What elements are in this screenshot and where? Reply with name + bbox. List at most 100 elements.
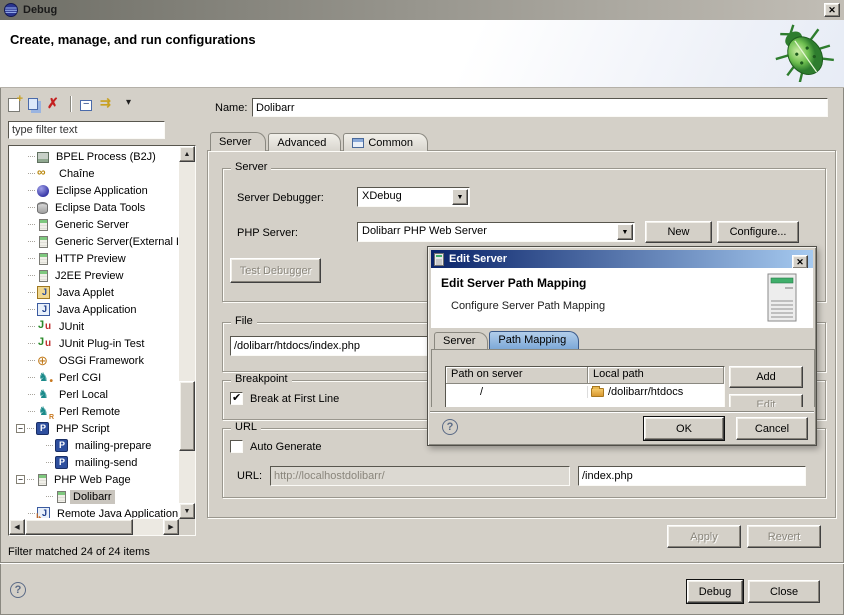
tree-item[interactable]: Remote Java Application: [10, 505, 178, 518]
header-banner: Create, manage, and run configurations: [0, 20, 844, 88]
tree-item[interactable]: mailing-prepare: [10, 437, 178, 454]
tree-item[interactable]: Perl Remote: [10, 403, 178, 420]
url-path-input[interactable]: [578, 466, 806, 486]
test-debugger-button[interactable]: Test Debugger: [230, 258, 321, 283]
new-config-icon[interactable]: [8, 98, 20, 112]
name-input[interactable]: [252, 98, 828, 117]
tree-item[interactable]: Eclipse Application: [10, 182, 178, 199]
mapping-table-header: Path on server Local path: [446, 367, 724, 384]
tree-horizontal-scrollbar[interactable]: ◀ ▶: [9, 519, 179, 535]
chevron-down-icon[interactable]: [617, 224, 633, 240]
chevron-down-icon[interactable]: [452, 189, 468, 205]
expander-minus-icon[interactable]: −: [16, 424, 25, 433]
title-bar[interactable]: Debug: [0, 0, 844, 20]
applet-icon: [37, 286, 50, 299]
tree-item[interactable]: − PHP Web Page: [10, 471, 178, 488]
tab-common[interactable]: Common: [343, 133, 428, 151]
tree-connector: [46, 496, 53, 497]
tree-item[interactable]: Generic Server: [10, 216, 178, 233]
local-path-header[interactable]: Local path: [588, 367, 724, 384]
add-mapping-button[interactable]: Add: [729, 366, 803, 388]
auto-generate-checkbox[interactable]: [230, 440, 243, 453]
server-debugger-label: Server Debugger:: [237, 192, 324, 204]
php-server-select[interactable]: Dolibarr PHP Web Server: [357, 222, 635, 242]
dialog-close-icon[interactable]: [792, 255, 808, 269]
vertical-scroll-thumb[interactable]: [179, 381, 195, 451]
server-icon: [39, 219, 48, 231]
menu-arrow-icon[interactable]: [124, 96, 140, 112]
tree-item[interactable]: JUnit Plug-in Test: [10, 335, 178, 352]
server-debugger-select[interactable]: XDebug: [357, 187, 470, 207]
close-window-icon[interactable]: [824, 3, 840, 17]
dialog-header: Edit Server Path Mapping Configure Serve…: [431, 268, 813, 328]
tree-item[interactable]: J2EE Preview: [10, 267, 178, 284]
tree-item[interactable]: Eclipse Data Tools: [10, 199, 178, 216]
server-icon: [434, 253, 444, 266]
scroll-up-icon[interactable]: ▲: [179, 146, 195, 162]
scroll-down-icon[interactable]: ▼: [179, 503, 195, 519]
help-icon[interactable]: [10, 582, 26, 598]
tab-server[interactable]: Server: [434, 332, 488, 349]
tree-item-label: JUnit Plug-in Test: [56, 337, 147, 351]
window-title: Debug: [23, 4, 57, 16]
tree-item[interactable]: JUnit: [10, 318, 178, 335]
new-server-button[interactable]: New: [645, 221, 712, 243]
tab-path-mapping[interactable]: Path Mapping: [489, 331, 579, 349]
expander-minus-icon[interactable]: −: [16, 475, 25, 484]
tab-label: Common: [368, 137, 413, 149]
horizontal-scroll-thumb[interactable]: [25, 519, 133, 535]
server-icon: [57, 491, 66, 503]
break-first-line-checkbox[interactable]: [230, 392, 243, 405]
tree-item[interactable]: HTTP Preview: [10, 250, 178, 267]
tree-item[interactable]: BPEL Process (B2J): [10, 148, 178, 165]
apply-button[interactable]: Apply: [667, 525, 741, 548]
tree-item[interactable]: Chaîne: [10, 165, 178, 182]
scroll-left-icon[interactable]: ◀: [9, 519, 25, 535]
tree-item[interactable]: Dolibarr: [10, 488, 178, 505]
tree-item[interactable]: Java Applet: [10, 284, 178, 301]
php-server-value: Dolibarr PHP Web Server: [362, 225, 487, 237]
tree-item[interactable]: OSGi Framework: [10, 352, 178, 369]
filter-input[interactable]: [8, 121, 165, 139]
close-button[interactable]: Close: [748, 580, 820, 603]
tree-item-label: Chaîne: [56, 167, 97, 181]
edit-mapping-button[interactable]: Edit: [729, 394, 803, 407]
configure-server-button[interactable]: Configure...: [717, 221, 799, 243]
tree-item[interactable]: mailing-send: [10, 454, 178, 471]
eclipse-icon: [37, 185, 49, 197]
tree-vertical-scrollbar[interactable]: ▲ ▼: [179, 146, 195, 519]
break-first-line-label: Break at First Line: [250, 393, 339, 405]
tree-connector: [28, 173, 35, 174]
path-on-server-header[interactable]: Path on server: [446, 367, 588, 384]
eclipse-icon: [4, 3, 18, 17]
duplicate-icon[interactable]: [28, 98, 38, 110]
delete-icon[interactable]: [46, 96, 62, 112]
url-group-legend: URL: [231, 421, 261, 433]
server-debugger-value: XDebug: [362, 190, 402, 202]
tree-item[interactable]: Generic Server(External La: [10, 233, 178, 250]
tree-item-label: BPEL Process (B2J): [53, 150, 159, 164]
file-group-legend: File: [231, 315, 257, 327]
tree-item[interactable]: Perl CGI: [10, 369, 178, 386]
collapse-all-icon[interactable]: [80, 100, 92, 111]
tree-item-label: PHP Web Page: [51, 473, 134, 487]
tree-item[interactable]: Perl Local: [10, 386, 178, 403]
local-path-text: /dolibarr/htdocs: [608, 386, 683, 398]
dialog-help-icon[interactable]: [442, 419, 458, 435]
tab-server[interactable]: Server: [210, 132, 266, 151]
cancel-button[interactable]: Cancel: [736, 417, 808, 440]
tree-item-label: Eclipse Data Tools: [52, 201, 148, 215]
tree-item[interactable]: −PHP Script: [10, 420, 178, 437]
ok-button[interactable]: OK: [644, 417, 724, 440]
filter-icon[interactable]: [100, 96, 116, 112]
debug-button[interactable]: Debug: [687, 580, 743, 603]
footer-separator: [0, 562, 844, 564]
server-icon: [39, 253, 48, 265]
scroll-right-icon[interactable]: ▶: [163, 519, 179, 535]
revert-button[interactable]: Revert: [747, 525, 821, 548]
tree-item[interactable]: Java Application: [10, 301, 178, 318]
tab-advanced[interactable]: Advanced: [268, 133, 341, 151]
header-title: Create, manage, and run configurations: [10, 32, 256, 47]
dialog-title-bar[interactable]: Edit Server: [431, 250, 813, 268]
mapping-row[interactable]: //dolibarr/htdocs: [446, 384, 724, 400]
